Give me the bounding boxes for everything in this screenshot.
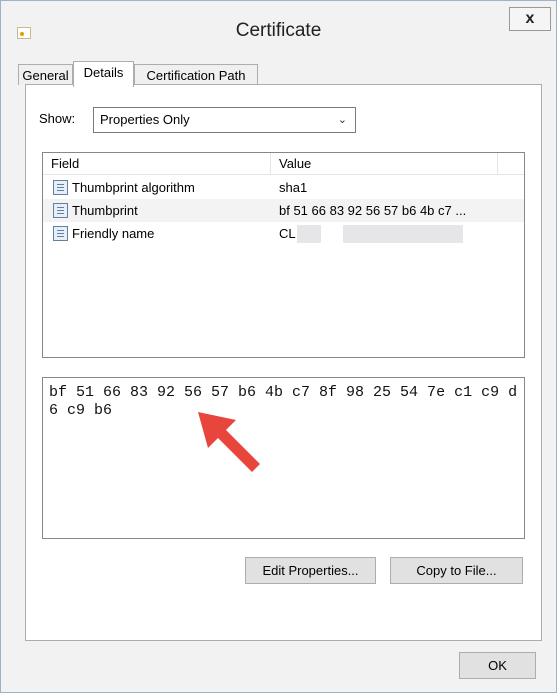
column-header-value[interactable]: Value — [271, 153, 498, 174]
list-item-field: Friendly name — [72, 226, 155, 241]
list-item-field: Thumbprint — [72, 203, 138, 218]
list-item-field: Thumbprint algorithm — [72, 180, 195, 195]
edit-properties-button[interactable]: Edit Properties... — [245, 557, 376, 584]
redaction-block — [343, 225, 463, 243]
property-icon — [53, 180, 68, 195]
redaction-block — [297, 225, 321, 243]
fields-list[interactable]: Field Value Thumbprint algorithm sha1 Th… — [42, 152, 525, 358]
thumbprint-detail-text[interactable]: bf 51 66 83 92 56 57 b6 4b c7 8f 98 25 5… — [49, 384, 519, 420]
window-title: Certificate — [235, 20, 322, 41]
ok-button[interactable]: OK — [459, 652, 536, 679]
show-dropdown-value: Properties Only — [100, 112, 190, 127]
show-label: Show: — [39, 111, 76, 126]
value-detail-box[interactable]: bf 51 66 83 92 56 57 b6 4b c7 8f 98 25 5… — [42, 377, 525, 539]
close-button[interactable]: x — [509, 7, 551, 31]
property-icon — [53, 226, 68, 241]
tab-certification-path[interactable]: Certification Path — [134, 64, 258, 85]
annotation-arrow-icon — [198, 412, 260, 472]
tab-general[interactable]: General — [18, 64, 73, 85]
column-header-field[interactable]: Field — [43, 153, 271, 174]
list-item[interactable]: Thumbprint bf 51 66 83 92 56 57 b6 4b c7… — [43, 199, 524, 222]
list-item-value: bf 51 66 83 92 56 57 b6 4b c7 ... — [279, 203, 467, 218]
list-header: Field Value — [43, 153, 524, 175]
title-bar[interactable]: Certificate x — [1, 1, 556, 48]
list-item-value: sha1 — [279, 180, 308, 195]
copy-to-file-button[interactable]: Copy to File... — [390, 557, 523, 584]
show-dropdown[interactable]: Properties Only ⌄ — [93, 107, 356, 133]
list-item[interactable]: Friendly name CL — [43, 222, 524, 245]
list-item[interactable]: Thumbprint algorithm sha1 — [43, 176, 524, 199]
chevron-down-icon: ⌄ — [337, 114, 347, 126]
list-item-value: CL — [279, 226, 296, 241]
property-icon — [53, 203, 68, 218]
tab-details[interactable]: Details — [73, 61, 134, 87]
